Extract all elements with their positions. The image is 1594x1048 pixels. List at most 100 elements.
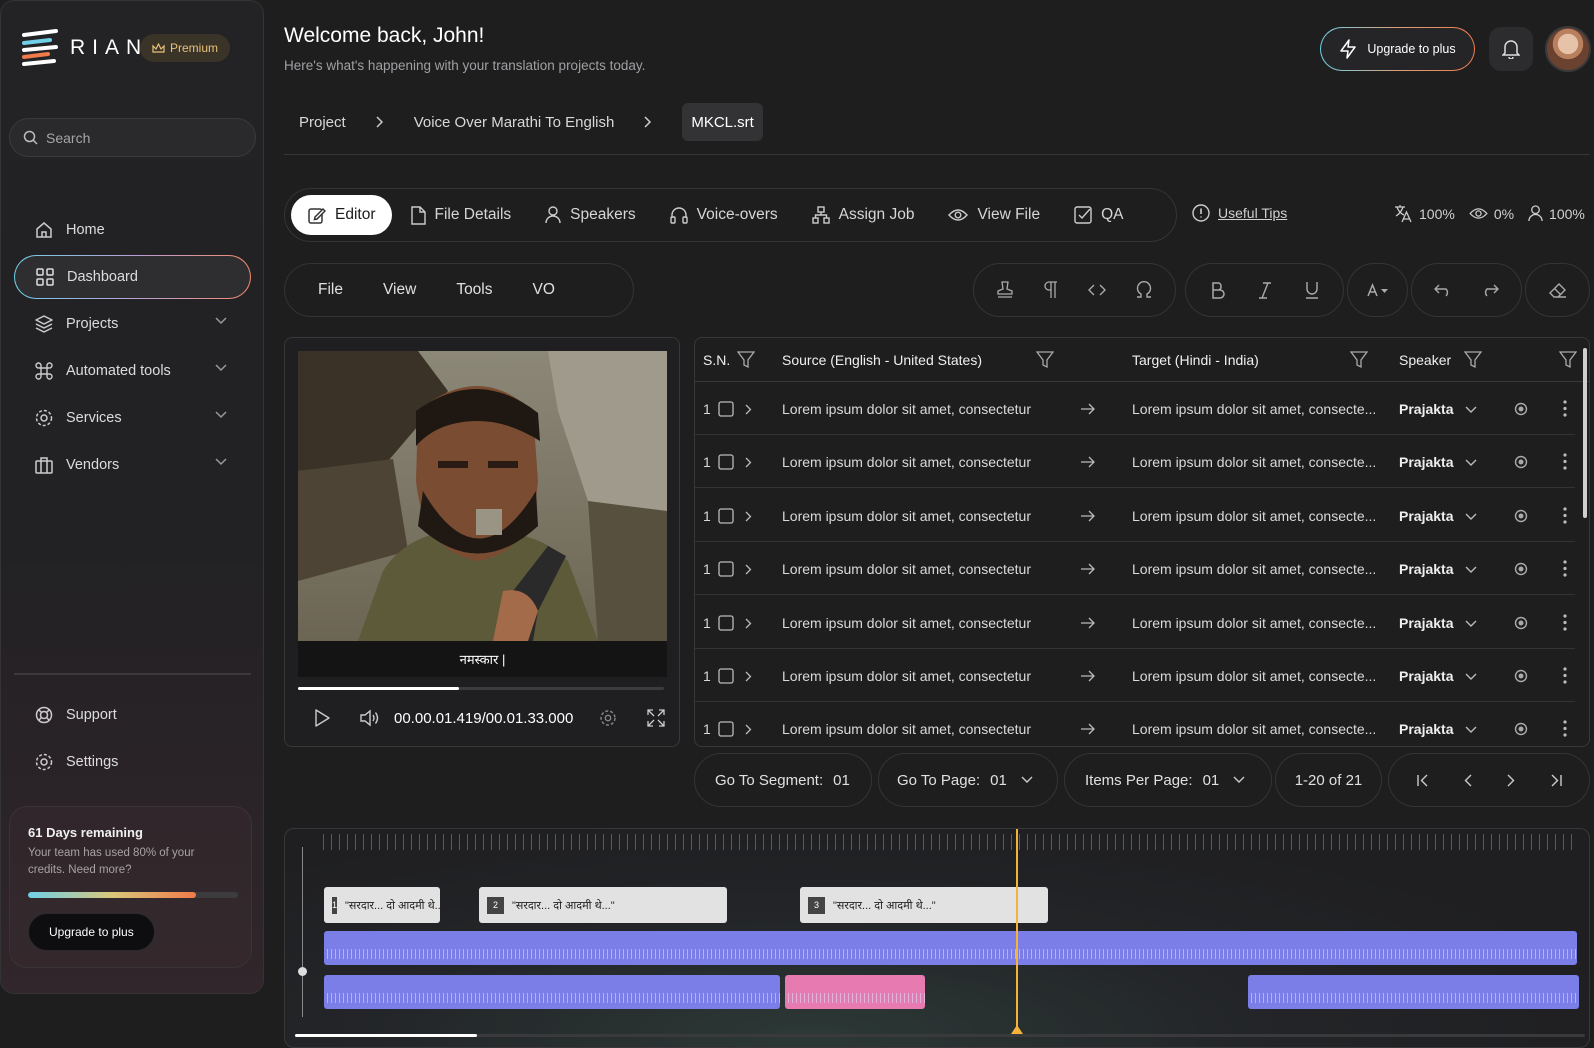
- tab-editor[interactable]: Editor: [291, 195, 392, 235]
- previous-page-icon[interactable]: [1464, 774, 1472, 787]
- nav-item-automated-tools[interactable]: Automated tools: [14, 349, 251, 393]
- row-source-text[interactable]: Lorem ipsum dolor sit amet, consectetur: [782, 508, 1031, 524]
- notification-button[interactable]: [1489, 27, 1533, 71]
- chevron-right-icon[interactable]: [745, 564, 752, 575]
- next-page-icon[interactable]: [1507, 774, 1515, 787]
- chevron-right-icon[interactable]: [745, 511, 752, 522]
- more-vertical-icon[interactable]: [1563, 560, 1567, 577]
- chevron-right-icon[interactable]: [745, 671, 752, 682]
- audio-waveform-selected-segment[interactable]: [785, 975, 925, 1009]
- row-checkbox[interactable]: [718, 561, 734, 577]
- chevron-down-icon[interactable]: [1465, 459, 1477, 467]
- audio-waveform-track[interactable]: [324, 931, 1577, 965]
- row-source-text[interactable]: Lorem ipsum dolor sit amet, consectetur: [782, 668, 1031, 684]
- pilcrow-icon[interactable]: [1043, 281, 1059, 299]
- record-icon[interactable]: [1514, 509, 1528, 523]
- more-vertical-icon[interactable]: [1563, 613, 1567, 631]
- filter-icon[interactable]: [737, 351, 755, 369]
- tab-voiceovers[interactable]: Voice-overs: [654, 195, 794, 235]
- chevron-down-icon[interactable]: [1465, 673, 1477, 681]
- chevron-right-icon[interactable]: [745, 457, 752, 468]
- chevron-down-icon[interactable]: [1465, 620, 1477, 628]
- row-speaker[interactable]: Prajakta: [1399, 721, 1453, 737]
- row-speaker[interactable]: Prajakta: [1399, 508, 1453, 524]
- bold-icon[interactable]: [1211, 281, 1225, 299]
- filter-icon[interactable]: [1464, 351, 1482, 369]
- record-icon[interactable]: [1514, 722, 1528, 736]
- more-vertical-icon[interactable]: [1563, 720, 1567, 737]
- tab-qa[interactable]: QA: [1058, 195, 1139, 235]
- more-vertical-icon[interactable]: [1563, 453, 1567, 470]
- row-speaker[interactable]: Prajakta: [1399, 668, 1453, 684]
- upgrade-button[interactable]: Upgrade to plus: [1320, 27, 1475, 71]
- row-checkbox[interactable]: [718, 614, 734, 631]
- table-row[interactable]: 1 Lorem ipsum dolor sit amet, consectetu…: [695, 596, 1575, 649]
- goto-page[interactable]: Go To Page: 01: [878, 753, 1058, 807]
- row-target-text[interactable]: Lorem ipsum dolor sit amet, consecte...: [1132, 668, 1376, 684]
- useful-tips-link[interactable]: Useful Tips: [1192, 204, 1287, 222]
- chevron-down-icon[interactable]: [1465, 726, 1477, 734]
- filter-icon[interactable]: [1350, 351, 1368, 369]
- breadcrumb-project[interactable]: Project: [284, 114, 361, 131]
- font-color-icon[interactable]: [1366, 283, 1389, 297]
- row-source-text[interactable]: Lorem ipsum dolor sit amet, consectetur: [782, 561, 1031, 577]
- filter-icon[interactable]: [1559, 351, 1577, 369]
- row-checkbox[interactable]: [718, 668, 734, 684]
- row-source-text[interactable]: Lorem ipsum dolor sit amet, consectetur: [782, 401, 1031, 417]
- row-target-text[interactable]: Lorem ipsum dolor sit amet, consecte...: [1132, 401, 1376, 417]
- undo-icon[interactable]: [1433, 283, 1453, 297]
- nav-item-dashboard[interactable]: Dashboard: [14, 255, 251, 299]
- row-checkbox[interactable]: [718, 454, 734, 471]
- arrow-right-icon[interactable]: [1080, 563, 1096, 575]
- row-source-text[interactable]: Lorem ipsum dolor sit amet, consectetur: [782, 454, 1031, 470]
- nav-item-support[interactable]: Support: [14, 693, 251, 737]
- chevron-down-icon[interactable]: [1465, 566, 1477, 574]
- row-target-text[interactable]: Lorem ipsum dolor sit amet, consecte...: [1132, 508, 1376, 524]
- subtitle-clip[interactable]: 2 "सरदार... दो आदमी थे...": [479, 887, 727, 923]
- row-source-text[interactable]: Lorem ipsum dolor sit amet, consectetur: [782, 615, 1031, 631]
- more-vertical-icon[interactable]: [1563, 667, 1567, 684]
- stamp-icon[interactable]: [996, 281, 1014, 299]
- row-source-text[interactable]: Lorem ipsum dolor sit amet, consectetur: [782, 721, 1031, 737]
- video-frame[interactable]: [298, 351, 667, 641]
- first-page-icon[interactable]: [1416, 774, 1429, 787]
- tab-view-file[interactable]: View File: [932, 195, 1056, 235]
- logo[interactable]: RIAN: [20, 29, 148, 67]
- tab-file-details[interactable]: File Details: [394, 195, 528, 235]
- row-target-text[interactable]: Lorem ipsum dolor sit amet, consecte...: [1132, 721, 1376, 737]
- italic-icon[interactable]: [1258, 281, 1272, 299]
- table-row[interactable]: 1 Lorem ipsum dolor sit amet, consectetu…: [695, 649, 1575, 702]
- record-icon[interactable]: [1514, 562, 1528, 576]
- nav-item-projects[interactable]: Projects: [14, 302, 251, 346]
- menu-tools[interactable]: Tools: [456, 281, 492, 299]
- chevron-down-icon[interactable]: [1465, 513, 1477, 521]
- last-page-icon[interactable]: [1550, 774, 1562, 787]
- timeline-scroll-thumb[interactable]: [295, 1034, 477, 1037]
- chevron-right-icon[interactable]: [745, 618, 752, 629]
- nav-item-vendors[interactable]: Vendors: [14, 443, 251, 487]
- settings-icon[interactable]: [599, 709, 617, 727]
- row-speaker[interactable]: Prajakta: [1399, 401, 1453, 417]
- record-icon[interactable]: [1514, 402, 1528, 416]
- arrow-right-icon[interactable]: [1080, 723, 1096, 735]
- menu-view[interactable]: View: [383, 281, 416, 299]
- play-icon[interactable]: [314, 709, 330, 727]
- row-checkbox[interactable]: [718, 721, 734, 738]
- video-progress-bar[interactable]: [298, 687, 664, 690]
- row-checkbox[interactable]: [718, 401, 734, 417]
- search-box[interactable]: [9, 118, 256, 157]
- sidebar-upgrade-button[interactable]: Upgrade to plus: [28, 913, 155, 951]
- row-target-text[interactable]: Lorem ipsum dolor sit amet, consecte...: [1132, 454, 1376, 470]
- row-target-text[interactable]: Lorem ipsum dolor sit amet, consecte...: [1132, 561, 1376, 577]
- goto-page-value[interactable]: 01: [990, 772, 1007, 789]
- row-speaker[interactable]: Prajakta: [1399, 454, 1453, 470]
- more-vertical-icon[interactable]: [1563, 400, 1567, 417]
- row-checkbox[interactable]: [718, 508, 734, 524]
- record-icon[interactable]: [1514, 616, 1528, 630]
- menu-vo[interactable]: VO: [533, 281, 555, 299]
- row-speaker[interactable]: Prajakta: [1399, 615, 1453, 631]
- volume-icon[interactable]: [360, 709, 380, 727]
- chevron-down-icon[interactable]: [1465, 406, 1477, 414]
- subtitle-clip[interactable]: 1 "सरदार... दो आदमी थे...": [324, 887, 440, 923]
- nav-item-services[interactable]: Services: [14, 396, 251, 440]
